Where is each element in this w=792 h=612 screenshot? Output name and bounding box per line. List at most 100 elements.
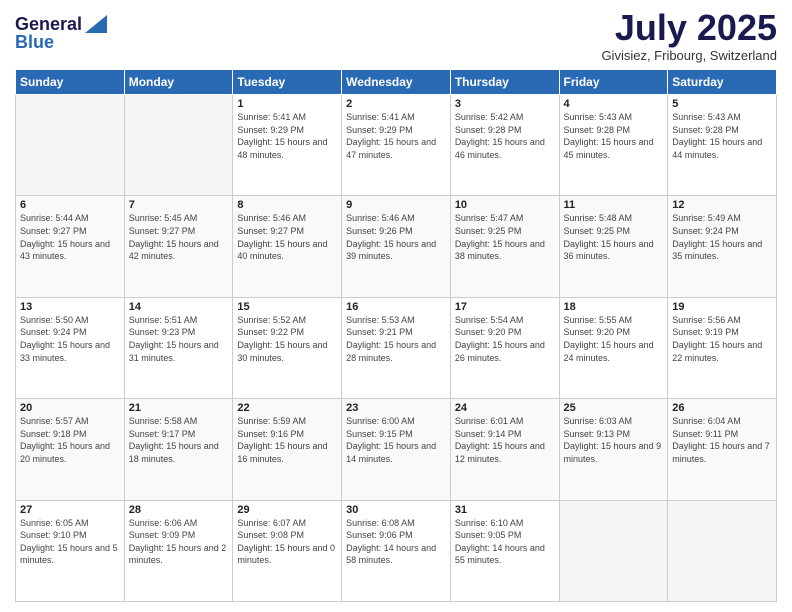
title-block: July 2025 Givisiez, Fribourg, Switzerlan… — [601, 10, 777, 63]
day-number: 21 — [129, 402, 229, 414]
day-cell: 5Sunrise: 5:43 AMSunset: 9:28 PMDaylight… — [668, 95, 777, 196]
day-info: Sunrise: 6:10 AMSunset: 9:05 PMDaylight:… — [455, 517, 555, 567]
day-number: 24 — [455, 402, 555, 414]
day-number: 30 — [346, 504, 446, 516]
day-cell: 22Sunrise: 5:59 AMSunset: 9:16 PMDayligh… — [233, 399, 342, 500]
week-row-4: 20Sunrise: 5:57 AMSunset: 9:18 PMDayligh… — [16, 399, 777, 500]
day-number: 2 — [346, 98, 446, 110]
day-info: Sunrise: 5:52 AMSunset: 9:22 PMDaylight:… — [237, 314, 337, 364]
day-cell — [16, 95, 125, 196]
day-cell — [668, 500, 777, 601]
day-cell — [124, 95, 233, 196]
day-info: Sunrise: 5:45 AMSunset: 9:27 PMDaylight:… — [129, 212, 229, 262]
day-number: 10 — [455, 199, 555, 211]
day-cell: 18Sunrise: 5:55 AMSunset: 9:20 PMDayligh… — [559, 297, 668, 398]
day-cell: 26Sunrise: 6:04 AMSunset: 9:11 PMDayligh… — [668, 399, 777, 500]
day-number: 26 — [672, 402, 772, 414]
day-info: Sunrise: 6:04 AMSunset: 9:11 PMDaylight:… — [672, 415, 772, 465]
day-info: Sunrise: 5:55 AMSunset: 9:20 PMDaylight:… — [564, 314, 664, 364]
day-info: Sunrise: 6:01 AMSunset: 9:14 PMDaylight:… — [455, 415, 555, 465]
week-row-2: 6Sunrise: 5:44 AMSunset: 9:27 PMDaylight… — [16, 196, 777, 297]
day-cell: 1Sunrise: 5:41 AMSunset: 9:29 PMDaylight… — [233, 95, 342, 196]
page: General Blue July 2025 Givisiez, Fribour… — [0, 0, 792, 612]
day-number: 20 — [20, 402, 120, 414]
day-number: 3 — [455, 98, 555, 110]
weekday-header-saturday: Saturday — [668, 70, 777, 95]
day-cell: 24Sunrise: 6:01 AMSunset: 9:14 PMDayligh… — [450, 399, 559, 500]
day-cell: 16Sunrise: 5:53 AMSunset: 9:21 PMDayligh… — [342, 297, 451, 398]
day-number: 27 — [20, 504, 120, 516]
day-cell: 7Sunrise: 5:45 AMSunset: 9:27 PMDaylight… — [124, 196, 233, 297]
weekday-header-thursday: Thursday — [450, 70, 559, 95]
weekday-header-tuesday: Tuesday — [233, 70, 342, 95]
day-info: Sunrise: 6:00 AMSunset: 9:15 PMDaylight:… — [346, 415, 446, 465]
day-number: 4 — [564, 98, 664, 110]
day-cell: 6Sunrise: 5:44 AMSunset: 9:27 PMDaylight… — [16, 196, 125, 297]
day-info: Sunrise: 5:53 AMSunset: 9:21 PMDaylight:… — [346, 314, 446, 364]
day-info: Sunrise: 5:51 AMSunset: 9:23 PMDaylight:… — [129, 314, 229, 364]
day-info: Sunrise: 6:07 AMSunset: 9:08 PMDaylight:… — [237, 517, 337, 567]
day-number: 12 — [672, 199, 772, 211]
day-number: 14 — [129, 301, 229, 313]
weekday-header-friday: Friday — [559, 70, 668, 95]
day-number: 17 — [455, 301, 555, 313]
week-row-5: 27Sunrise: 6:05 AMSunset: 9:10 PMDayligh… — [16, 500, 777, 601]
day-info: Sunrise: 5:54 AMSunset: 9:20 PMDaylight:… — [455, 314, 555, 364]
day-info: Sunrise: 5:47 AMSunset: 9:25 PMDaylight:… — [455, 212, 555, 262]
day-cell — [559, 500, 668, 601]
day-number: 25 — [564, 402, 664, 414]
day-number: 19 — [672, 301, 772, 313]
day-cell: 30Sunrise: 6:08 AMSunset: 9:06 PMDayligh… — [342, 500, 451, 601]
day-cell: 19Sunrise: 5:56 AMSunset: 9:19 PMDayligh… — [668, 297, 777, 398]
day-info: Sunrise: 6:05 AMSunset: 9:10 PMDaylight:… — [20, 517, 120, 567]
day-info: Sunrise: 5:49 AMSunset: 9:24 PMDaylight:… — [672, 212, 772, 262]
day-cell: 8Sunrise: 5:46 AMSunset: 9:27 PMDaylight… — [233, 196, 342, 297]
day-info: Sunrise: 5:42 AMSunset: 9:28 PMDaylight:… — [455, 111, 555, 161]
day-info: Sunrise: 5:48 AMSunset: 9:25 PMDaylight:… — [564, 212, 664, 262]
day-number: 6 — [20, 199, 120, 211]
day-info: Sunrise: 5:43 AMSunset: 9:28 PMDaylight:… — [564, 111, 664, 161]
day-number: 15 — [237, 301, 337, 313]
weekday-header-sunday: Sunday — [16, 70, 125, 95]
day-number: 9 — [346, 199, 446, 211]
day-cell: 15Sunrise: 5:52 AMSunset: 9:22 PMDayligh… — [233, 297, 342, 398]
logo-blue-text: Blue — [15, 32, 107, 53]
day-number: 31 — [455, 504, 555, 516]
day-info: Sunrise: 6:03 AMSunset: 9:13 PMDaylight:… — [564, 415, 664, 465]
day-number: 13 — [20, 301, 120, 313]
day-cell: 13Sunrise: 5:50 AMSunset: 9:24 PMDayligh… — [16, 297, 125, 398]
day-number: 11 — [564, 199, 664, 211]
day-cell: 27Sunrise: 6:05 AMSunset: 9:10 PMDayligh… — [16, 500, 125, 601]
day-cell: 4Sunrise: 5:43 AMSunset: 9:28 PMDaylight… — [559, 95, 668, 196]
day-cell: 12Sunrise: 5:49 AMSunset: 9:24 PMDayligh… — [668, 196, 777, 297]
calendar-table: SundayMondayTuesdayWednesdayThursdayFrid… — [15, 69, 777, 602]
day-cell: 2Sunrise: 5:41 AMSunset: 9:29 PMDaylight… — [342, 95, 451, 196]
day-cell: 10Sunrise: 5:47 AMSunset: 9:25 PMDayligh… — [450, 196, 559, 297]
day-info: Sunrise: 5:41 AMSunset: 9:29 PMDaylight:… — [237, 111, 337, 161]
day-number: 22 — [237, 402, 337, 414]
day-cell: 23Sunrise: 6:00 AMSunset: 9:15 PMDayligh… — [342, 399, 451, 500]
weekday-header-row: SundayMondayTuesdayWednesdayThursdayFrid… — [16, 70, 777, 95]
weekday-header-wednesday: Wednesday — [342, 70, 451, 95]
day-cell: 25Sunrise: 6:03 AMSunset: 9:13 PMDayligh… — [559, 399, 668, 500]
week-row-1: 1Sunrise: 5:41 AMSunset: 9:29 PMDaylight… — [16, 95, 777, 196]
day-cell: 14Sunrise: 5:51 AMSunset: 9:23 PMDayligh… — [124, 297, 233, 398]
subtitle: Givisiez, Fribourg, Switzerland — [601, 48, 777, 63]
day-cell: 28Sunrise: 6:06 AMSunset: 9:09 PMDayligh… — [124, 500, 233, 601]
day-info: Sunrise: 5:57 AMSunset: 9:18 PMDaylight:… — [20, 415, 120, 465]
day-number: 18 — [564, 301, 664, 313]
day-number: 29 — [237, 504, 337, 516]
weekday-header-monday: Monday — [124, 70, 233, 95]
day-number: 28 — [129, 504, 229, 516]
day-number: 1 — [237, 98, 337, 110]
logo-icon — [85, 15, 107, 33]
day-cell: 31Sunrise: 6:10 AMSunset: 9:05 PMDayligh… — [450, 500, 559, 601]
day-cell: 29Sunrise: 6:07 AMSunset: 9:08 PMDayligh… — [233, 500, 342, 601]
month-title: July 2025 — [601, 10, 777, 46]
day-number: 5 — [672, 98, 772, 110]
day-info: Sunrise: 5:50 AMSunset: 9:24 PMDaylight:… — [20, 314, 120, 364]
week-row-3: 13Sunrise: 5:50 AMSunset: 9:24 PMDayligh… — [16, 297, 777, 398]
day-cell: 9Sunrise: 5:46 AMSunset: 9:26 PMDaylight… — [342, 196, 451, 297]
day-info: Sunrise: 6:06 AMSunset: 9:09 PMDaylight:… — [129, 517, 229, 567]
day-number: 8 — [237, 199, 337, 211]
